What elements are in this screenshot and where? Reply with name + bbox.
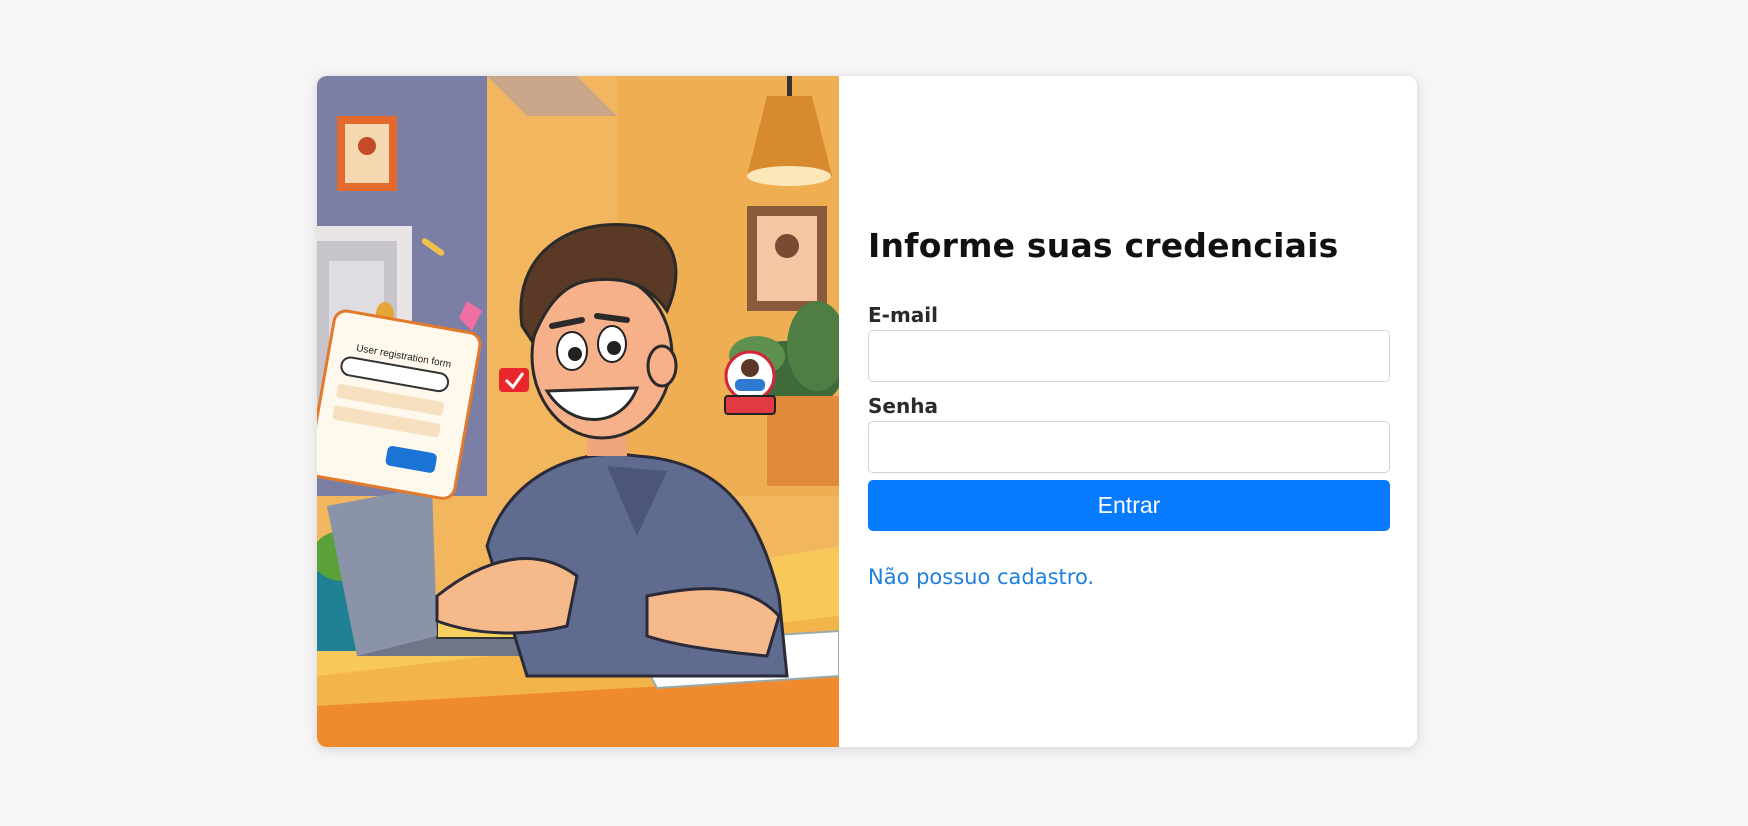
submit-button[interactable]: Entrar (868, 479, 1390, 531)
email-field[interactable] (868, 329, 1390, 382)
register-link[interactable]: Não possuo cadastro. (868, 565, 1094, 589)
login-illustration: User registration form (317, 76, 839, 747)
password-label: Senha (868, 393, 938, 418)
login-card: User registration form Informe suas cred… (317, 76, 1417, 747)
login-form-panel: Informe suas credenciais E-mail Senha En… (839, 76, 1417, 747)
password-field[interactable] (868, 420, 1390, 473)
page-title: Informe suas credenciais (868, 226, 1339, 265)
login-form: Informe suas credenciais E-mail Senha En… (868, 226, 1390, 589)
email-label: E-mail (868, 302, 939, 327)
